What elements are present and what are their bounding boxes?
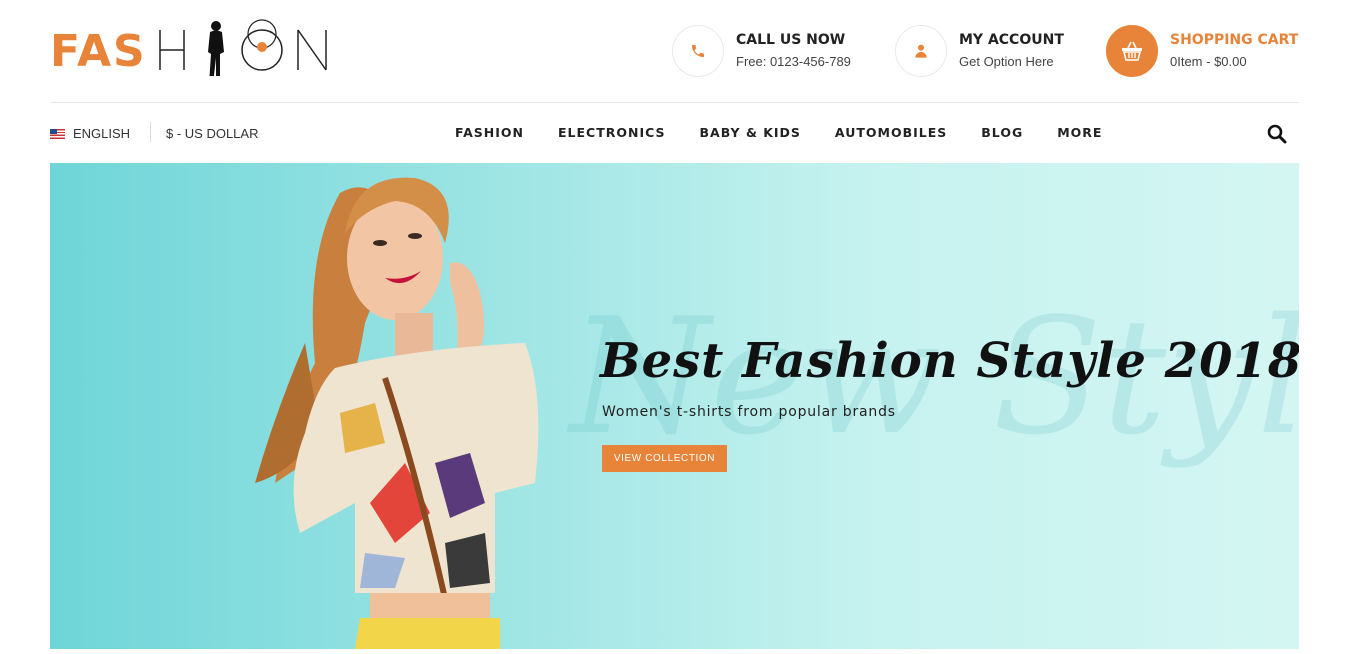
basket-icon [1106,25,1158,77]
my-account-subtitle: Get Option Here [959,54,1054,69]
hero-subtitle: Women's t-shirts from popular brands [602,404,896,420]
menu-item-blog[interactable]: BLOG [981,125,1023,140]
shopping-cart-block[interactable]: SHOPPING CART 0Item - $0.00 [1106,25,1299,77]
my-account-block[interactable]: MY ACCOUNT Get Option Here [895,25,1095,77]
menu-item-automobiles[interactable]: AUTOMOBILES [835,125,947,140]
call-us-phone: Free: 0123-456-789 [736,54,851,69]
logo-graphic [159,19,327,76]
site-logo[interactable]: FAS [50,12,340,77]
currency-selector[interactable]: $ - US DOLLAR [166,126,258,141]
user-icon [895,25,947,77]
language-selector[interactable]: ENGLISH [50,126,130,141]
my-account-title: MY ACCOUNT [959,32,1064,48]
us-flag-icon [50,128,65,139]
menu-item-baby-kids[interactable]: BABY & KIDS [700,125,801,140]
menu-item-more[interactable]: MORE [1057,125,1102,140]
topbar-divider [150,122,151,142]
view-collection-button[interactable]: VIEW COLLECTION [602,445,727,472]
main-menu: FASHION ELECTRONICS BABY & KIDS AUTOMOBI… [455,125,1136,140]
phone-icon [672,25,724,77]
shopping-cart-title: SHOPPING CART [1170,32,1299,48]
hero-model-image [255,177,539,649]
language-label: ENGLISH [73,126,131,141]
main-navbar: ENGLISH $ - US DOLLAR FASHION ELECTRONIC… [50,104,1299,163]
header-top: FAS CALL US NOW Free: 0123-456-789 MY AC… [50,0,1299,103]
call-us-title: CALL US NOW [736,32,846,48]
menu-item-fashion[interactable]: FASHION [455,125,524,140]
call-us-block[interactable]: CALL US NOW Free: 0123-456-789 [672,25,872,77]
search-icon[interactable] [1267,124,1287,144]
hero-title: Best Fashion Stayle 2018 [600,333,1299,389]
shopping-cart-summary: 0Item - $0.00 [1170,54,1247,69]
hero-banner: New Style Best Fashion Stayle 2018 Wom [50,163,1299,649]
menu-item-electronics[interactable]: ELECTRONICS [558,125,666,140]
